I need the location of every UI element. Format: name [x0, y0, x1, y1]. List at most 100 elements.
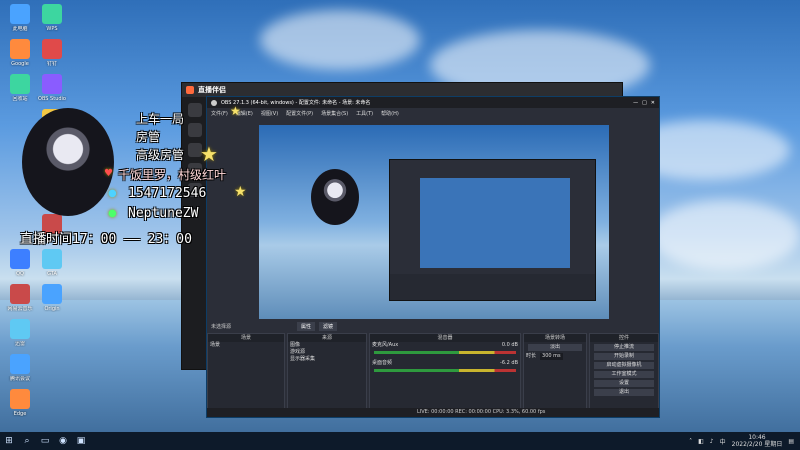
obs-menu-item[interactable]: 帮助(H) [381, 110, 399, 117]
mixer-db-desktop: -6.2 dB [500, 360, 518, 366]
star-icon: ★ [200, 142, 218, 166]
obs-title: OBS 27.1.3 (64-bit, windows) - 配置文件: 未命名… [221, 100, 371, 106]
overlay-line2: 房管 [136, 130, 161, 144]
volume-icon[interactable]: ♪ [710, 438, 714, 445]
desktop-icon[interactable]: Edge [2, 389, 38, 417]
stop-streaming-button[interactable]: 停止推流 [594, 344, 654, 351]
transition-select[interactable]: 淡出 [528, 344, 582, 351]
controls-dock: 控件 停止推流 开始录制 启动虚拟摄像机 工作室模式 设置 退出 [589, 333, 659, 409]
obs-menu-item[interactable]: 配置文件(P) [286, 110, 313, 117]
minimize-icon[interactable]: — [633, 100, 638, 106]
live-companion-titlebar[interactable]: 直播伴侣 [182, 83, 622, 97]
app-logo-icon [186, 86, 194, 94]
app-icon [10, 39, 30, 59]
mixer-channel-desktop: 桌面音频 [372, 360, 393, 366]
scene-item[interactable]: 场景 [208, 342, 284, 349]
mixer-db-mic: 0.0 dB [501, 342, 518, 348]
maximize-icon[interactable]: □ [642, 100, 647, 106]
obs-window[interactable]: OBS 27.1.3 (64-bit, windows) - 配置文件: 未命名… [206, 96, 660, 418]
sources-header: 来源 [288, 334, 366, 342]
app-icon [10, 354, 30, 374]
source-item[interactable]: 游戏源 [288, 349, 366, 356]
app-icon [10, 319, 30, 339]
chevron-up-icon[interactable]: ˄ [689, 438, 692, 445]
obs-menu-item[interactable]: 场景集合(S) [321, 110, 348, 117]
desktop-icon[interactable]: 钉钉 [34, 39, 70, 67]
clock[interactable]: 10:46 2022/2/20 星期日 [732, 434, 783, 448]
desktop-icon[interactable]: WPS [34, 4, 70, 32]
desktop-icon[interactable]: Google [2, 39, 38, 67]
clock-date: 2022/2/20 星期日 [731, 441, 783, 448]
mixer-header: 混音器 [370, 334, 520, 342]
nested-avatar [311, 169, 359, 225]
desktop-icon-label: 迅雷 [14, 341, 25, 347]
transitions-header: 场景转场 [524, 334, 586, 342]
mic-meter[interactable] [374, 351, 516, 354]
wechat-icon: ● [108, 208, 117, 219]
desktop-icon-label: 回收站 [12, 96, 28, 102]
language-indicator[interactable]: 中 [720, 437, 726, 446]
notification-icon[interactable]: ▤ [788, 438, 794, 445]
star-icon: ★ [234, 184, 247, 200]
settings-button[interactable]: 设置 [594, 380, 654, 387]
overlay-line6: NeptuneZW [128, 206, 199, 221]
desktop-icon-label: 此电脑 [12, 26, 28, 32]
network-icon[interactable]: ◧ [698, 438, 704, 445]
desktop-icon-label: GTA [47, 271, 57, 277]
desktop-meter[interactable] [374, 369, 516, 372]
source-item[interactable]: 图像 [288, 342, 366, 349]
overlay-line3: 高级房管 [136, 148, 185, 162]
taskview-icon[interactable]: ▭ [36, 432, 54, 450]
taskbar: ⊞ ⌕ ▭ ◉ ▣ ˄ ◧ ♪ 中 10:46 2022/2/20 星期日 ▤ [0, 432, 800, 450]
overlay-line7: 直播时间17：00 —— 23：00 [20, 232, 192, 247]
transitions-dock: 场景转场 淡出 时长 300 ms [523, 333, 587, 409]
desktop-icon-label: 腾讯会议 [9, 376, 30, 382]
controls-header: 控件 [590, 334, 658, 342]
obs-menu-item[interactable]: 文件(F) [211, 110, 228, 117]
live-companion-task-icon[interactable]: ▣ [72, 432, 90, 450]
obs-task-icon[interactable]: ◉ [54, 432, 72, 450]
desktop-icon[interactable]: 腾讯会议 [2, 354, 38, 382]
duration-input[interactable]: 300 ms [540, 353, 563, 360]
streamer-avatar [22, 108, 114, 216]
scenes-header: 场景 [208, 334, 284, 342]
obs-statusbar: LIVE: 00:00:00 REC: 00:00:00 CPU: 3.3%, … [207, 408, 659, 417]
app-icon [42, 284, 62, 304]
scenes-dock: 场景 场景 [207, 333, 285, 409]
system-tray: ˄ ◧ ♪ 中 10:46 2022/2/20 星期日 ▤ [689, 432, 794, 450]
exit-button[interactable]: 退出 [594, 389, 654, 396]
desktop-icon[interactable]: 迅雷 [2, 319, 38, 347]
stream-preview [259, 125, 609, 319]
desktop-icon-label: QQ [16, 271, 24, 277]
filters-button[interactable]: 滤镜 [319, 322, 338, 331]
live-companion-title: 直播伴侣 [198, 86, 226, 94]
desktop-icon-label: Google [11, 61, 29, 67]
star-icon: ★ [230, 104, 241, 118]
obs-menu-item[interactable]: 视图(V) [261, 110, 278, 117]
clock-time: 10:46 [748, 434, 766, 441]
source-item[interactable]: 显示器采集 [288, 356, 366, 363]
overlay-line1: 上车一局 [136, 112, 185, 126]
obs-titlebar[interactable]: OBS 27.1.3 (64-bit, windows) - 配置文件: 未命名… [207, 97, 659, 108]
desktop-icon-label: Origin [44, 306, 60, 312]
desktop-icon-label: 钉钉 [46, 61, 57, 67]
mixer-dock: 混音器 麦克风/Aux 0.0 dB 桌面音频 -6.2 dB [369, 333, 521, 409]
close-icon[interactable]: ✕ [651, 100, 655, 106]
properties-button[interactable]: 属性 [297, 322, 316, 331]
desktop-icon[interactable]: GTA [34, 249, 70, 277]
obs-menu-item[interactable]: 工具(T) [356, 110, 373, 117]
desktop-icon[interactable]: 回收站 [2, 74, 38, 102]
virtual-camera-button[interactable]: 启动虚拟摄像机 [594, 362, 654, 369]
search-icon[interactable]: ⌕ [18, 432, 36, 450]
desktop-icon[interactable]: OBS Studio [34, 74, 70, 102]
mixer-channel-mic: 麦克风/Aux [372, 342, 399, 348]
app-icon [10, 249, 30, 269]
desktop-icon-label: OBS Studio [38, 96, 66, 102]
desktop-icon[interactable]: QQ [2, 249, 38, 277]
desktop-icon[interactable]: 此电脑 [2, 4, 38, 32]
desktop-icon[interactable]: 网易云音乐 [2, 284, 38, 312]
desktop-icon[interactable]: Origin [34, 284, 70, 312]
start-recording-button[interactable]: 开始录制 [594, 353, 654, 360]
start-icon[interactable]: ⊞ [0, 432, 18, 450]
studio-mode-button[interactable]: 工作室模式 [594, 371, 654, 378]
